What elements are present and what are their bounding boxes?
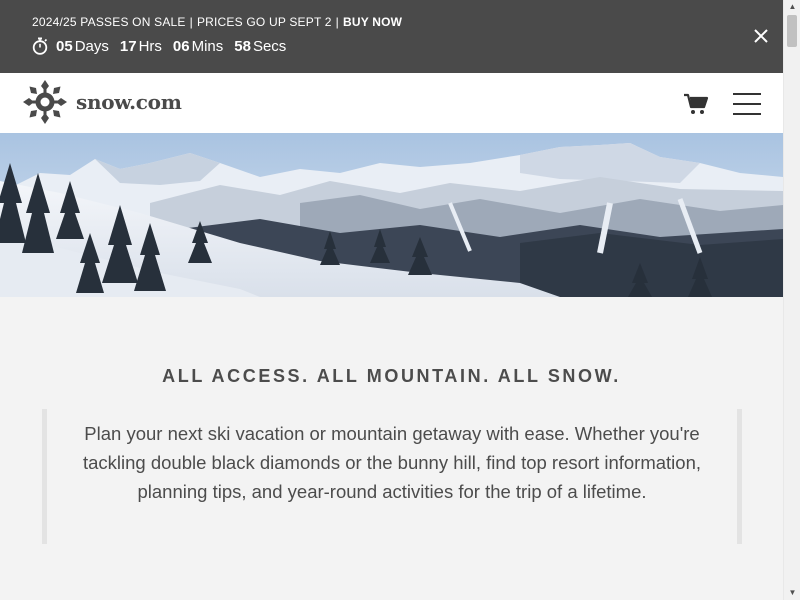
countdown-seconds: 58 Secs	[234, 38, 286, 55]
price-notice: PRICES GO UP SEPT 2	[196, 15, 332, 29]
vertical-scrollbar[interactable]: ▲ ▼	[783, 0, 800, 600]
cart-icon[interactable]	[683, 93, 709, 115]
stopwatch-icon	[32, 37, 48, 55]
intro-paragraph: Plan your next ski vacation or mountain …	[42, 409, 742, 544]
scroll-up-arrow-icon[interactable]: ▲	[784, 0, 800, 14]
countdown-hours: 17 Hrs	[120, 38, 162, 55]
days-value: 05	[56, 37, 73, 55]
hamburger-menu-icon[interactable]	[733, 93, 761, 115]
days-unit: Days	[74, 37, 109, 55]
site-logo[interactable]: snow.com	[22, 79, 182, 125]
scroll-down-arrow-icon[interactable]: ▼	[784, 586, 800, 600]
buy-now-link[interactable]: BUY NOW	[343, 15, 402, 29]
promo-separator: |	[189, 15, 193, 29]
promo-banner: 2024/25 PASSES ON SALE | PRICES GO UP SEPT…	[0, 0, 783, 73]
hero-image	[0, 133, 783, 297]
logo-text: snow.com	[76, 90, 182, 114]
minutes-unit: Mins	[191, 37, 224, 55]
minutes-value: 06	[172, 37, 190, 55]
promo-separator: |	[335, 15, 339, 29]
seconds-unit: Secs	[252, 37, 287, 55]
mountain-panorama-image	[0, 133, 783, 297]
promo-message-line: 2024/25 PASSES ON SALE | PRICES GO UP SEPT…	[32, 15, 402, 29]
hours-unit: Hrs	[138, 37, 162, 55]
site-header: snow.com	[0, 73, 783, 133]
countdown-timer: 05 Days 17 Hrs 06 Mins 58 Secs	[32, 37, 297, 55]
hours-value: 17	[119, 37, 137, 55]
snowflake-logo-icon	[23, 80, 67, 124]
promo-message: 2024/25 PASSES ON SALE	[32, 15, 186, 29]
seconds-value: 58	[234, 37, 251, 55]
page: 2024/25 PASSES ON SALE | PRICES GO UP SEPT…	[0, 0, 783, 600]
page-tagline: ALL ACCESS. ALL MOUNTAIN. ALL SNOW.	[162, 366, 621, 386]
countdown-days: 05 Days	[56, 38, 109, 55]
close-icon[interactable]	[753, 28, 769, 44]
scrollbar-thumb[interactable]	[787, 15, 797, 47]
countdown-minutes: 06 Mins	[173, 38, 223, 55]
